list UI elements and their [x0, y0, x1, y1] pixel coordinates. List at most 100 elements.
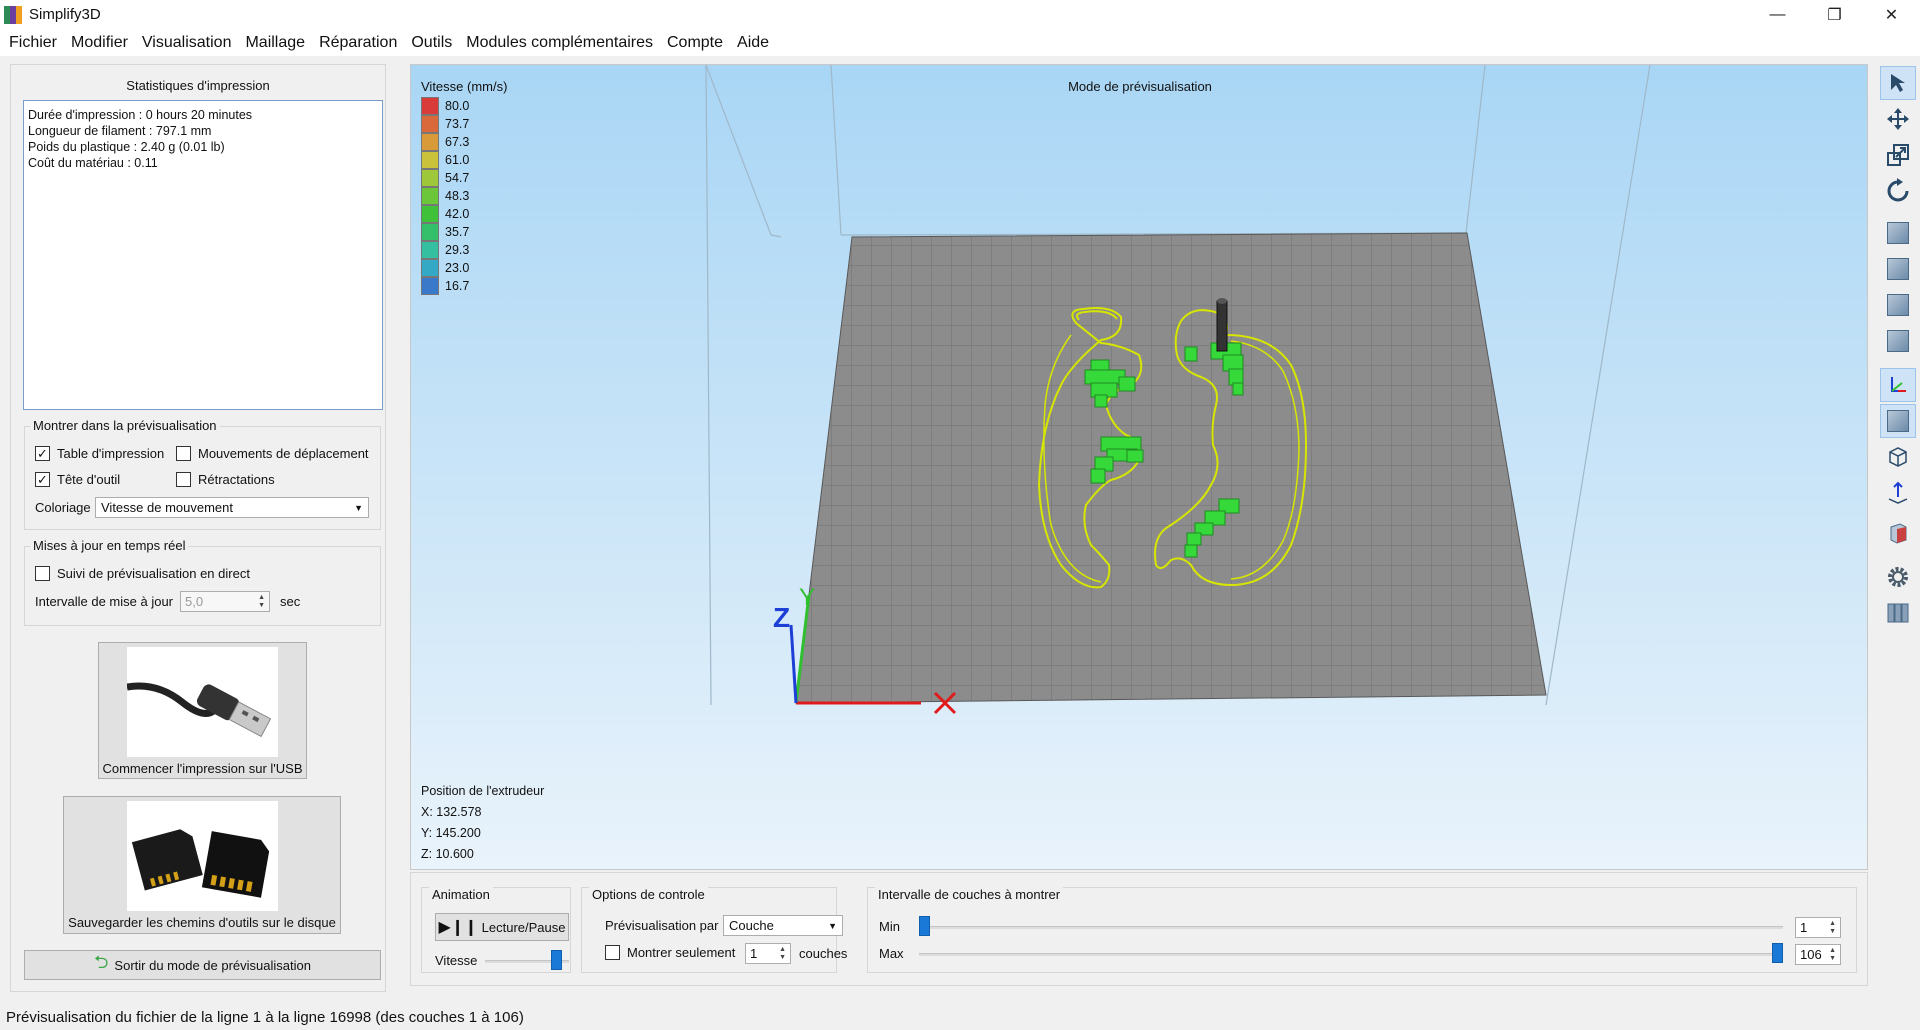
play-pause-button[interactable]: ▶❙❙ Lecture/Pause	[435, 913, 569, 941]
usb-print-button[interactable]: Commencer l'impression sur l'USB	[98, 642, 307, 779]
scene-3d[interactable]: Z Y	[411, 65, 1868, 870]
menu-maillage[interactable]: Maillage	[238, 29, 312, 56]
view-top-button[interactable]	[1880, 288, 1916, 322]
coloring-select[interactable]: Vitesse de mouvement ▼	[95, 497, 369, 518]
maximize-button[interactable]: ❐	[1806, 0, 1863, 29]
status-bar: Prévisualisation du fichier de la ligne …	[0, 1006, 1920, 1030]
cube-solid-icon	[1887, 410, 1909, 432]
exit-preview-button[interactable]: ⮌ Sortir du mode de prévisualisation	[24, 950, 381, 980]
rotate-tool-button[interactable]	[1880, 174, 1916, 208]
interval-spinbox[interactable]: 5,0 ▲ ▼	[180, 591, 270, 612]
extruder-z: Z: 10.600	[421, 847, 474, 861]
view-front-button[interactable]	[1880, 252, 1916, 286]
legend-swatch	[421, 259, 439, 277]
checkbox-print-bed[interactable]: ✓ Table d'impression	[35, 446, 164, 461]
sd-card-icon	[126, 801, 278, 911]
checkbox-show-only-label: Montrer seulement	[627, 945, 736, 960]
exit-preview-label: Sortir du mode de prévisualisation	[114, 957, 311, 973]
legend-swatch	[421, 169, 439, 187]
legend-swatch	[421, 223, 439, 241]
checkbox-retractions-box[interactable]	[176, 472, 191, 487]
left-panel: Statistiques d'impression Durée d'impres…	[0, 56, 410, 996]
scale-tool-button[interactable]	[1880, 138, 1916, 172]
toggle-axes-button[interactable]	[1880, 368, 1916, 402]
checkbox-live-preview[interactable]: Suivi de prévisualisation en direct	[35, 566, 250, 581]
layer-max-value: 106	[1800, 947, 1822, 962]
solid-view-button[interactable]	[1880, 404, 1916, 438]
chevron-down-icon: ▼	[828, 920, 837, 931]
axis-z-label: Z	[773, 602, 790, 633]
menu-fichier[interactable]: Fichier	[2, 29, 64, 56]
processes-button[interactable]	[1880, 596, 1916, 630]
legend-swatch	[421, 151, 439, 169]
wireframe-view-button[interactable]	[1880, 440, 1916, 474]
layer-max-slider-track[interactable]	[919, 953, 1783, 956]
legend-value: 23.0	[445, 261, 470, 275]
print-bed-shade	[796, 233, 1546, 703]
coloring-select-value: Vitesse de mouvement	[101, 500, 233, 515]
axes-icon	[1891, 377, 1906, 392]
minimize-button[interactable]: —	[1749, 0, 1806, 29]
menu-aide[interactable]: Aide	[730, 29, 776, 56]
legend-row: 23.0	[421, 259, 469, 277]
menu-visualisation[interactable]: Visualisation	[135, 29, 239, 56]
checkbox-retractions[interactable]: Rétractations	[176, 472, 275, 487]
legend-swatch	[421, 97, 439, 115]
save-toolpaths-button[interactable]: Sauvegarder les chemins d'outils sur le …	[63, 796, 341, 934]
menu-modifier[interactable]: Modifier	[64, 29, 135, 56]
layer-min-spinbox[interactable]: 1 ▲ ▼	[1795, 917, 1841, 938]
layer-min-slider-thumb[interactable]	[919, 916, 930, 936]
menu-outils[interactable]: Outils	[404, 29, 459, 56]
back-arrow-icon: ⮌	[94, 952, 109, 972]
checkbox-live-preview-label: Suivi de prévisualisation en direct	[57, 566, 250, 581]
legend-swatch	[421, 277, 439, 295]
realtime-group	[24, 546, 381, 626]
menu-compte[interactable]: Compte	[660, 29, 730, 56]
preview-by-select[interactable]: Couche ▼	[723, 915, 843, 936]
checkbox-travel-moves-box[interactable]	[176, 446, 191, 461]
realtime-title: Mises à jour en temps réel	[30, 538, 189, 553]
checkbox-show-only-box[interactable]	[605, 945, 620, 960]
legend-value: 35.7	[445, 225, 470, 239]
speed-slider-thumb[interactable]	[551, 950, 563, 970]
legend-swatch	[421, 187, 439, 205]
layer-max-spinbox[interactable]: 106 ▲ ▼	[1795, 944, 1841, 965]
legend-row: 48.3	[421, 187, 469, 205]
spin-arrows-icon[interactable]: ▲ ▼	[258, 594, 265, 610]
checkbox-toolhead-box[interactable]: ✓	[35, 472, 50, 487]
settings-button[interactable]	[1880, 560, 1916, 594]
preview-show-title: Montrer dans la prévisualisation	[30, 418, 220, 433]
select-tool-button[interactable]	[1880, 66, 1916, 100]
legend-value: 80.0	[445, 99, 470, 113]
menu-modules[interactable]: Modules complémentaires	[459, 29, 660, 56]
checkbox-show-only[interactable]: Montrer seulement	[605, 945, 735, 960]
legend-value: 67.3	[445, 135, 470, 149]
layer-min-value: 1	[1800, 920, 1808, 935]
layer-min-label: Min	[879, 919, 900, 934]
spin-arrows-icon[interactable]: ▲ ▼	[779, 946, 786, 962]
move-tool-button[interactable]	[1880, 102, 1916, 136]
checkbox-live-preview-box[interactable]	[35, 566, 50, 581]
menu-reparation[interactable]: Réparation	[312, 29, 404, 56]
checkbox-print-bed-box[interactable]: ✓	[35, 446, 50, 461]
stats-line-filament: Longueur de filament : 797.1 mm	[28, 124, 212, 138]
spin-arrows-icon[interactable]: ▲ ▼	[1829, 920, 1836, 936]
checkbox-toolhead-label: Tête d'outil	[57, 472, 121, 487]
checkbox-toolhead[interactable]: ✓ Tête d'outil	[35, 472, 120, 487]
cross-section-button[interactable]	[1880, 516, 1916, 550]
normals-view-button[interactable]	[1880, 476, 1916, 510]
show-only-unit: couches	[799, 946, 848, 961]
bottom-controls: Animation ▶❙❙ Lecture/Pause Vitesse Opti…	[410, 872, 1868, 986]
layer-max-slider-thumb[interactable]	[1772, 943, 1783, 963]
view-iso-button[interactable]	[1880, 216, 1916, 250]
spin-arrows-icon[interactable]: ▲ ▼	[1829, 947, 1836, 963]
close-button[interactable]: ✕	[1863, 0, 1920, 29]
checkbox-travel-moves[interactable]: Mouvements de déplacement	[176, 446, 369, 461]
layer-min-slider-track[interactable]	[919, 926, 1783, 929]
legend-row: 54.7	[421, 169, 469, 187]
show-only-spinbox[interactable]: 1 ▲ ▼	[745, 943, 791, 964]
cube-top-icon	[1887, 294, 1909, 316]
stats-textbox[interactable]: Durée d'impression : 0 hours 20 minutes …	[23, 100, 383, 410]
preview-viewport[interactable]: Z Y Mode de prévisualisation Vitesse (mm…	[410, 64, 1868, 870]
view-side-button[interactable]	[1880, 324, 1916, 358]
